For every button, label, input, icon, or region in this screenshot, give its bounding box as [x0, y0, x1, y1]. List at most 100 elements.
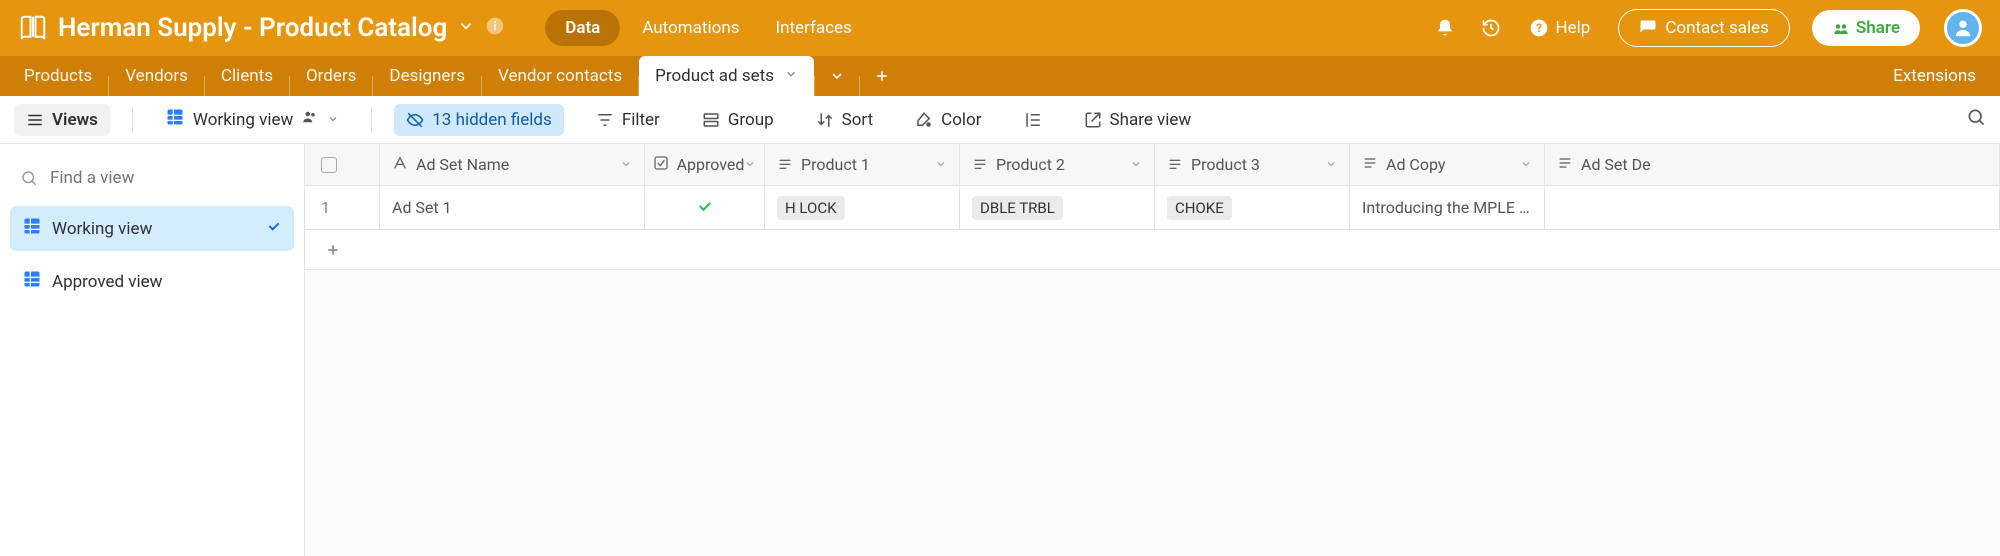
extensions-button[interactable]: Extensions [1879, 56, 2000, 96]
checkbox-icon[interactable] [321, 157, 337, 173]
views-label: Views [52, 110, 98, 130]
add-table-button[interactable] [860, 56, 904, 96]
cell-value: Ad Set 1 [392, 198, 452, 217]
group-label: Group [728, 110, 774, 130]
chevron-down-icon[interactable] [1325, 155, 1337, 174]
column-label: Product 1 [801, 155, 870, 174]
check-icon [696, 197, 714, 219]
sort-button[interactable]: Sort [806, 104, 884, 136]
grid-view-icon [22, 269, 42, 294]
hidden-fields-button[interactable]: 13 hidden fields [394, 104, 564, 136]
column-header-adcopy[interactable]: Ad Copy [1350, 144, 1545, 185]
tab-products[interactable]: Products [8, 56, 108, 96]
hidden-fields-label: 13 hidden fields [432, 110, 552, 130]
tab-active-label: Product ad sets [655, 66, 774, 86]
select-all-cell[interactable] [305, 144, 380, 185]
chevron-down-icon[interactable] [784, 66, 798, 86]
grid-view-icon [22, 216, 42, 241]
nav-automations[interactable]: Automations [628, 10, 753, 46]
views-button[interactable]: Views [14, 104, 110, 136]
color-button[interactable]: Color [905, 104, 991, 136]
add-row-button[interactable] [305, 230, 2000, 270]
chevron-down-icon[interactable] [744, 155, 756, 174]
chevron-down-icon[interactable] [457, 17, 475, 39]
column-header-product1[interactable]: Product 1 [765, 144, 960, 185]
column-label: Product 3 [1191, 155, 1260, 174]
row-height-button[interactable] [1014, 105, 1052, 135]
chevron-down-icon[interactable] [1520, 155, 1532, 174]
tab-vendors[interactable]: Vendors [109, 56, 204, 96]
column-header-adsetde[interactable]: Ad Set De [1545, 144, 2000, 185]
current-view-label: Working view [193, 110, 293, 130]
cell-product1[interactable]: H LOCK [765, 186, 960, 229]
notifications-icon[interactable] [1427, 10, 1463, 46]
view-toolbar: Views Working view 13 hidden fields Filt… [0, 96, 2000, 144]
longtext-field-icon [1557, 155, 1573, 175]
sidebar-view-approved[interactable]: Approved view [10, 259, 294, 304]
link-field-icon [777, 155, 793, 175]
color-label: Color [941, 110, 981, 130]
nav-data[interactable]: Data [545, 10, 620, 46]
help-label: Help [1555, 18, 1590, 38]
column-label: Ad Set Name [416, 155, 509, 174]
history-icon[interactable] [1473, 10, 1509, 46]
current-view-button[interactable]: Working view [155, 101, 349, 138]
sidebar-view-working[interactable]: Working view [10, 206, 294, 251]
share-button[interactable]: Share [1812, 10, 1920, 46]
avatar[interactable] [1944, 9, 1982, 47]
cell-adcopy[interactable]: Introducing the MPLE Col... [1350, 186, 1545, 229]
column-header-approved[interactable]: Approved [645, 144, 765, 185]
linked-record-token[interactable]: DBLE TRBL [972, 196, 1063, 220]
more-tables-button[interactable] [815, 56, 859, 96]
find-view-input[interactable] [48, 167, 284, 189]
cell-product2[interactable]: DBLE TRBL [960, 186, 1155, 229]
check-icon [266, 218, 282, 239]
grid-header-row: Ad Set Name Approved [305, 144, 2000, 186]
column-header-product3[interactable]: Product 3 [1155, 144, 1350, 185]
grid-empty-space [305, 270, 2000, 556]
linked-record-token[interactable]: H LOCK [777, 196, 845, 220]
chevron-down-icon[interactable] [620, 155, 632, 174]
linked-record-token[interactable]: CHOKE [1167, 196, 1232, 220]
cell-approved[interactable] [645, 186, 765, 229]
link-field-icon [1167, 155, 1183, 175]
group-button[interactable]: Group [692, 104, 784, 136]
column-label: Product 2 [996, 155, 1065, 174]
contact-sales-button[interactable]: Contact sales [1618, 9, 1790, 47]
cell-adsetde[interactable] [1545, 186, 2000, 229]
share-label: Share [1856, 18, 1900, 38]
share-view-button[interactable]: Share view [1074, 104, 1202, 136]
cell-name[interactable]: Ad Set 1 [380, 186, 645, 229]
table-row[interactable]: 1 Ad Set 1 H LOCK DBLE TRBL CHOKE [305, 186, 2000, 230]
tab-product-ad-sets[interactable]: Product ad sets [639, 56, 814, 96]
checkbox-field-icon [653, 155, 669, 175]
nav-interfaces[interactable]: Interfaces [761, 10, 865, 46]
column-header-product2[interactable]: Product 2 [960, 144, 1155, 185]
column-header-name[interactable]: Ad Set Name [380, 144, 645, 185]
chevron-down-icon[interactable] [1130, 155, 1142, 174]
filter-button[interactable]: Filter [586, 104, 670, 136]
tab-orders[interactable]: Orders [290, 56, 372, 96]
longtext-field-icon [1362, 155, 1378, 175]
tab-designers[interactable]: Designers [373, 56, 481, 96]
tab-vendor-contacts[interactable]: Vendor contacts [482, 56, 638, 96]
base-title[interactable]: Herman Supply - Product Catalog [58, 13, 447, 43]
info-icon[interactable] [485, 16, 505, 40]
text-field-icon [392, 155, 408, 175]
search-icon[interactable] [1966, 107, 1986, 132]
sidebar-view-label: Approved view [52, 272, 162, 292]
table-tabs-bar: Products Vendors Clients Orders Designer… [0, 56, 2000, 96]
collaborators-icon [301, 108, 319, 131]
filter-label: Filter [622, 110, 660, 130]
chevron-down-icon[interactable] [935, 155, 947, 174]
find-view-search[interactable] [10, 158, 294, 198]
base-icon [18, 13, 48, 43]
column-label: Ad Set De [1581, 155, 1651, 174]
cell-product3[interactable]: CHOKE [1155, 186, 1350, 229]
help-button[interactable]: ? Help [1519, 18, 1600, 38]
grid-view-icon [165, 107, 185, 132]
tab-clients[interactable]: Clients [205, 56, 289, 96]
row-number[interactable]: 1 [305, 186, 380, 229]
top-bar: Herman Supply - Product Catalog Data Aut… [0, 0, 2000, 56]
column-label: Approved [677, 155, 745, 174]
